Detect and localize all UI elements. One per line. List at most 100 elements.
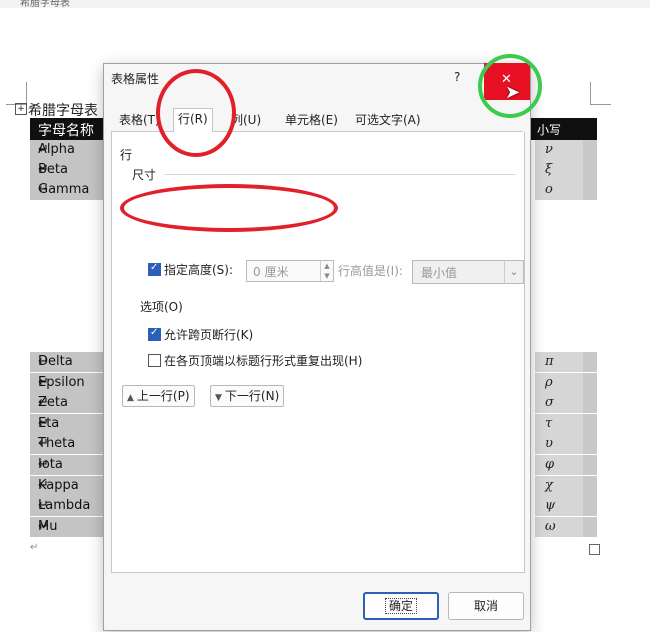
annotation-ellipse-specify-height [120,184,338,232]
name-cell: Alpha ↵ [30,140,104,160]
triangle-down-icon: ▼ [215,393,222,403]
letter-symbol: ν [545,142,553,157]
letter-symbol: π [545,354,554,369]
cell-mark: ↵ [38,477,49,493]
name-cell: Kappa ↵ [30,475,104,496]
cell-mark: ↵ [38,182,49,197]
symbol-cell: π [535,352,583,372]
cell-mark: ↵ [38,354,49,369]
name-cell: Gamma ↵ [30,180,104,200]
crop-mark-left [6,82,27,105]
letter-symbol: ρ [545,374,553,390]
end-cell [583,413,597,434]
name-cell: Eta ↵ [30,413,104,434]
specify-height-checkbox[interactable] [148,262,161,276]
row-height-mode-value: 最小值 [421,266,458,280]
header-lower: 小写 [536,123,561,137]
dialog-title: 表格属性 [111,72,160,86]
repeat-header-checkbox[interactable] [148,354,161,367]
cell-mark: ↵ [38,436,49,452]
letter-symbol: ψ [545,498,556,514]
end-cell [583,496,597,517]
symbol-cell: ο [535,180,583,200]
height-value: 0 厘米 [253,265,289,279]
end-cell [583,372,597,393]
triangle-up-icon: ▲ [127,393,134,403]
cell-mark: ↵ [38,374,49,390]
letter-symbol: ξ [545,162,553,177]
cell-mark: ↵ [38,415,49,431]
end-cell [583,352,597,372]
cell-mark: ↵ [38,498,49,514]
symbol-cell: ρ [535,372,583,393]
annotation-circle-close [478,54,542,118]
paragraph-mark: ↵ [30,542,39,553]
letter-symbol: τ [545,415,553,431]
annotation-circle-row-tab [156,69,236,157]
table-caption: 希腊字母表 [28,103,98,119]
ok-button[interactable]: 确定 [363,592,439,620]
size-divider [164,174,516,175]
name-cell: Iota ↵ [30,455,104,475]
symbol-cell: ω [535,516,583,537]
tab-alt-text[interactable]: 可选文字(A) [351,110,425,130]
table-properties-dialog: 表格属性 ? ✕ 表格(T) 行(R) 列(U) 单元格(E) 可选文字(A) … [103,63,531,631]
chevron-down-icon: ⌄ [504,261,523,283]
next-row-label: 下一行(N) [224,389,280,403]
help-button[interactable]: ? [454,70,460,84]
end-cell [583,140,597,160]
symbol-cell: τ [535,413,583,434]
letter-symbol: ο [545,182,553,197]
section-options: 选项(O) [140,300,183,314]
end-cell [583,475,597,496]
section-row: 行 [120,148,133,162]
letter-symbol: ω [545,518,556,534]
end-cell [583,393,597,414]
height-spinner[interactable]: 0 厘米 ▲ ▼ [246,260,334,282]
previous-row-button[interactable]: ▲ 上一行(P) [122,385,195,407]
row-height-mode-label: 行高值是(I): [338,264,403,278]
name-cell: Lambda ↵ [30,496,104,517]
repeat-header-label: 在各页顶端以标题行形式重复出现(H) [164,354,363,368]
next-row-button[interactable]: ▼ 下一行(N) [210,385,285,407]
specify-height-label: 指定高度(S): [164,263,234,277]
letter-symbol: χ [545,477,553,493]
cell-mark: ↵ [38,518,49,534]
letter-symbol: φ [545,457,555,472]
table-move-handle-icon[interactable]: + [15,103,27,115]
letter-symbol: υ [545,436,553,452]
symbol-cell: σ [535,393,583,414]
cell-mark: ↵ [38,142,49,157]
cancel-button[interactable]: 取消 [448,592,524,620]
end-cell [583,516,597,537]
cell-mark: ↵ [38,162,49,177]
cell-mark: ↵ [38,395,49,411]
spinner-arrows-icon[interactable]: ▲ ▼ [320,261,333,281]
allow-break-label: 允许跨页断行(K) [164,328,254,342]
ok-label: 确定 [384,598,417,614]
symbol-cell: χ [535,475,583,496]
table-resize-handle[interactable] [589,544,600,555]
name-cell: Delta ↵ [30,352,104,372]
name-cell: Beta ↵ [30,160,104,180]
name-cell: Zeta ↵ [30,393,104,414]
symbol-cell: ν [535,140,583,160]
letter-symbol: σ [545,395,554,411]
name-cell: Theta ↵ [30,434,104,455]
end-cell [583,160,597,180]
name-cell: Epsilon ↵ [30,372,104,393]
header-name: 字母名称 [38,123,94,139]
crop-mark-right [590,82,611,105]
cell-mark: ↵ [38,457,49,472]
end-cell [583,180,597,200]
end-cell [583,455,597,475]
symbol-cell: ξ [535,160,583,180]
tab-cell[interactable]: 单元格(E) [281,110,342,130]
end-cell [583,434,597,455]
symbol-cell: ψ [535,496,583,517]
row-height-mode-select[interactable]: 最小值 ⌄ [412,260,524,284]
symbol-cell: φ [535,455,583,475]
allow-break-checkbox[interactable] [148,327,161,341]
section-size: 尺寸 [132,168,157,182]
previous-row-label: 上一行(P) [136,389,190,403]
